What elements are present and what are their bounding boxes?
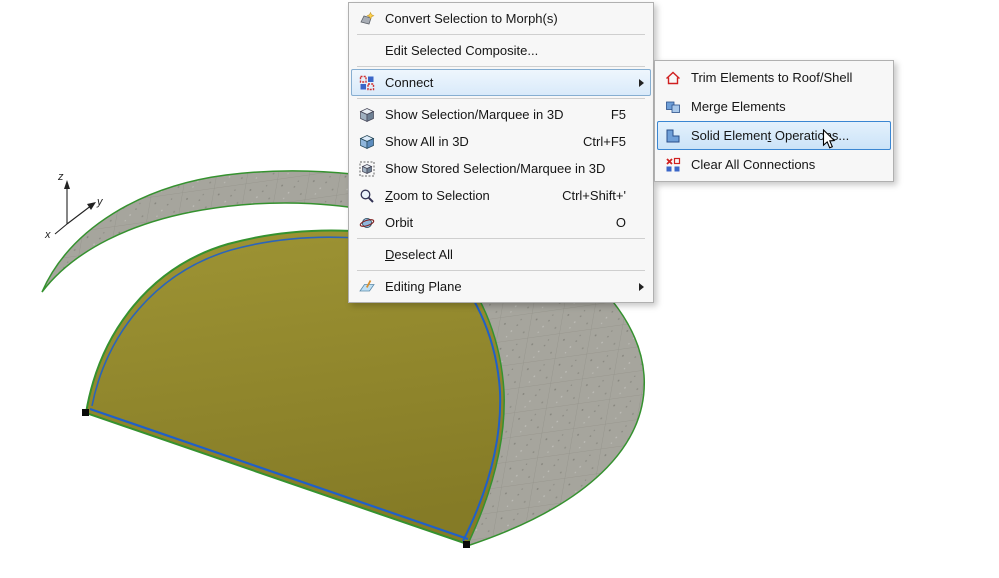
menu-item-label: Show Selection/Marquee in 3D <box>385 107 564 122</box>
icon-spacer <box>358 43 376 59</box>
menu-item-deselect-all[interactable]: Deselect All <box>351 241 651 268</box>
merge-elements-icon <box>664 99 682 115</box>
menu-separator <box>357 34 645 35</box>
menu-item-edit-selected-composite[interactable]: Edit Selected Composite... <box>351 37 651 64</box>
submenu-item-solid-element-operations[interactable]: Solid Element Operations... <box>657 121 891 150</box>
submenu-item-trim-elements-to-roof-shell[interactable]: Trim Elements to Roof/Shell <box>657 63 891 92</box>
cube-marquee-icon <box>358 161 376 177</box>
clear-connections-icon <box>664 157 682 173</box>
menu-item-label: Orbit <box>385 215 414 230</box>
axis-y-label: y <box>96 196 104 208</box>
menu-item-connect[interactable]: Connect <box>351 69 651 96</box>
context-menu: Convert Selection to Morph(s) Edit Selec… <box>348 2 654 303</box>
trim-roof-icon <box>664 70 682 86</box>
menu-item-label: Convert Selection to Morph(s) <box>385 11 558 26</box>
menu-item-shortcut: Ctrl+Shift+' <box>562 188 626 203</box>
menu-item-editing-plane[interactable]: Editing Plane <box>351 273 651 300</box>
menu-item-show-all-in-3d[interactable]: Show All in 3D Ctrl+F5 <box>351 128 651 155</box>
editing-plane-icon <box>358 279 376 295</box>
menu-item-shortcut: O <box>615 215 626 230</box>
orbit-icon <box>358 215 376 231</box>
menu-item-shortcut: Ctrl+F5 <box>583 134 626 149</box>
menu-item-orbit[interactable]: Orbit O <box>351 209 651 236</box>
axis-y-arrowhead <box>87 202 96 210</box>
menu-item-label: Show All in 3D <box>385 134 469 149</box>
menu-item-convert-selection-to-morphs[interactable]: Convert Selection to Morph(s) <box>351 5 651 32</box>
menu-item-label: Trim Elements to Roof/Shell <box>691 70 853 85</box>
menu-separator <box>357 238 645 239</box>
menu-item-label: Deselect All <box>385 247 453 262</box>
menu-separator <box>357 98 645 99</box>
morph-icon <box>358 11 376 27</box>
menu-item-show-stored-selection-marquee-in-3d[interactable]: Show Stored Selection/Marquee in 3D <box>351 155 651 182</box>
cube-3d-blue-icon <box>358 134 376 150</box>
icon-spacer <box>358 247 376 263</box>
menu-item-label: Clear All Connections <box>691 157 816 172</box>
submenu-item-clear-all-connections[interactable]: Clear All Connections <box>657 150 891 179</box>
submenu-arrow-icon <box>639 282 644 291</box>
zoom-magnifier-icon <box>358 188 376 204</box>
menu-item-show-selection-marquee-in-3d[interactable]: Show Selection/Marquee in 3D F5 <box>351 101 651 128</box>
submenu-arrow-icon <box>639 78 644 87</box>
axis-z-arrowhead <box>64 180 70 189</box>
menu-item-label: Edit Selected Composite... <box>385 43 539 58</box>
archicad-3d-window: z y x Convert Selection to Morph(s) Edit… <box>0 0 999 578</box>
mouse-cursor <box>822 129 836 149</box>
cube-3d-icon <box>358 107 376 123</box>
selection-handle[interactable] <box>82 409 89 416</box>
menu-item-shortcut: F5 <box>610 107 626 122</box>
menu-item-label: Connect <box>385 75 434 90</box>
axis-x-label: x <box>44 229 51 241</box>
selection-handle[interactable] <box>463 541 470 548</box>
menu-item-label: Show Stored Selection/Marquee in 3D <box>385 161 606 176</box>
connect-icon <box>358 75 376 91</box>
menu-item-label: Merge Elements <box>691 99 786 114</box>
submenu-item-merge-elements[interactable]: Merge Elements <box>657 92 891 121</box>
menu-item-zoom-to-selection[interactable]: Zoom to Selection Ctrl+Shift+' <box>351 182 651 209</box>
menu-separator <box>357 270 645 271</box>
axis-z-label: z <box>57 171 64 183</box>
menu-separator <box>357 66 645 67</box>
menu-item-label: Editing Plane <box>385 279 462 294</box>
connect-submenu: Trim Elements to Roof/Shell Merge Elemen… <box>654 60 894 182</box>
solid-element-operations-icon <box>664 128 682 144</box>
menu-item-label: Zoom to Selection <box>385 188 490 203</box>
